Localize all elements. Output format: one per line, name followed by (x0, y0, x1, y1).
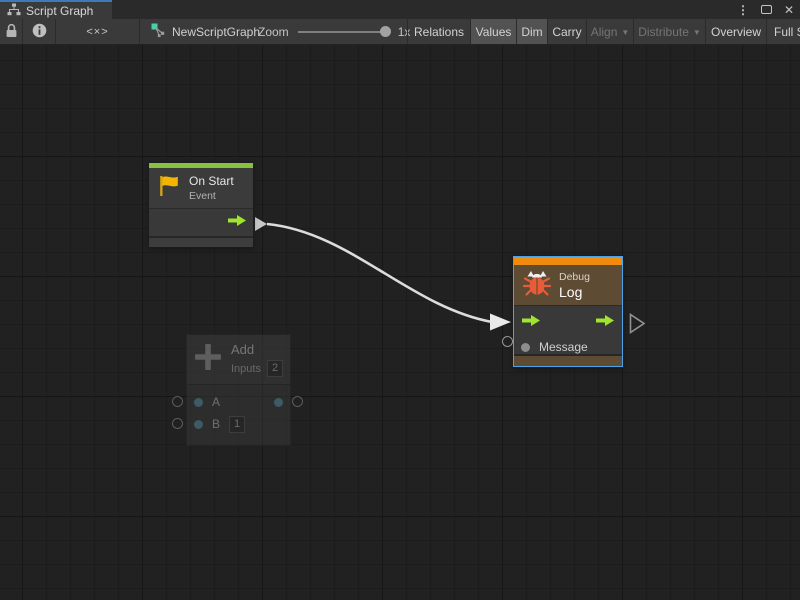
node-on-start[interactable]: On Start Event (149, 163, 253, 247)
script-graph-window: Script Graph ⋮ ✕ (0, 0, 800, 600)
graph-toolbar: <×> NewScriptGraph Zoom 1x Relations (0, 19, 800, 45)
node-debug-log[interactable]: Debug Log (513, 256, 623, 367)
inputs-label: Inputs (231, 363, 261, 375)
graph-canvas[interactable]: On Start Event (0, 45, 800, 600)
node-title: On Start (189, 174, 234, 188)
info-icon (32, 23, 47, 41)
port-label-message: Message (539, 340, 588, 354)
graph-name-label: NewScriptGraph (172, 25, 260, 39)
plus-icon (193, 342, 223, 377)
lock-icon (5, 23, 18, 41)
lock-button[interactable] (0, 19, 23, 44)
value-input-port-a[interactable] (194, 398, 203, 407)
zoom-label: Zoom (258, 25, 289, 39)
toolbar-button-values[interactable]: Values (470, 19, 516, 44)
code-preview-button[interactable]: <×> (56, 19, 140, 44)
connection-arrowhead (490, 314, 511, 331)
value-input-port-b[interactable] (194, 420, 203, 429)
node-category: Debug (559, 271, 590, 283)
window-menu-icon[interactable]: ⋮ (737, 4, 749, 16)
toolbar-button-distribute: Distribute ▼ (633, 19, 705, 44)
toolbar-button-relations[interactable]: Relations (407, 19, 470, 44)
control-input-port[interactable] (521, 314, 541, 332)
zoom-control: Zoom 1x (258, 19, 410, 44)
tab-label: Script Graph (26, 4, 93, 18)
tab-bar: Script Graph ⋮ ✕ (0, 0, 800, 19)
toolbar-button-dim[interactable]: Dim (516, 19, 547, 44)
node-footer (149, 236, 253, 247)
tab-script-graph[interactable]: Script Graph (0, 0, 112, 19)
port-label-b: B (212, 417, 220, 431)
flag-icon (156, 173, 182, 204)
node-title: Add (231, 342, 283, 357)
close-icon[interactable]: ✕ (784, 4, 794, 16)
toolbar-button-fullscreen[interactable]: Full Screen (766, 19, 800, 44)
connection-wire[interactable] (267, 224, 492, 322)
graph-name-breadcrumb[interactable]: NewScriptGraph (151, 19, 260, 44)
script-graph-asset-icon (151, 23, 166, 41)
message-input-port[interactable] (521, 343, 530, 352)
graph-tree-icon (7, 3, 21, 19)
node-ports: A B 1 (187, 384, 290, 445)
node-add-dimmed[interactable]: Add Inputs 2 A B 1 (187, 335, 290, 445)
maximize-icon[interactable] (761, 5, 772, 14)
unconnected-value-port-ring[interactable] (172, 418, 183, 429)
unconnected-value-port-ring[interactable] (172, 396, 183, 407)
toolbar-button-overview[interactable]: Overview (705, 19, 766, 44)
toolbar-button-align: Align ▼ (586, 19, 633, 44)
node-header: On Start Event (149, 168, 253, 208)
window-controls: ⋮ ✕ (737, 0, 794, 19)
zoom-slider[interactable] (298, 31, 388, 33)
node-ports (149, 208, 253, 236)
info-button[interactable] (23, 19, 56, 44)
port-label-a: A (212, 395, 220, 409)
node-title: Log (559, 284, 590, 300)
toolbar-button-carry[interactable]: Carry (547, 19, 586, 44)
inputs-count-field[interactable]: 2 (267, 360, 283, 377)
control-output-port[interactable] (227, 214, 247, 232)
node-header: Add Inputs 2 (187, 335, 290, 384)
node-subtitle: Event (189, 190, 234, 202)
node-ports: Message (514, 305, 622, 354)
node-header: Debug Log (514, 265, 622, 305)
control-output-port[interactable] (595, 314, 615, 332)
port-b-value-field[interactable]: 1 (229, 416, 245, 433)
code-icon: <×> (86, 26, 108, 38)
dropdown-arrow-icon: ▼ (621, 28, 629, 37)
debug-accent-bar (514, 257, 622, 265)
wire-layer (0, 45, 800, 600)
zoom-slider-knob[interactable] (380, 26, 391, 37)
value-output-port[interactable] (274, 398, 283, 407)
dropdown-arrow-icon: ▼ (693, 28, 701, 37)
unconnected-value-port-ring[interactable] (292, 396, 303, 407)
unconnected-flow-port-triangle[interactable] (629, 313, 646, 339)
toolbar-left-group: <×> (0, 19, 140, 44)
connected-output-port[interactable] (255, 217, 267, 231)
unconnected-value-port-ring[interactable] (502, 336, 513, 347)
bug-icon (522, 268, 552, 303)
